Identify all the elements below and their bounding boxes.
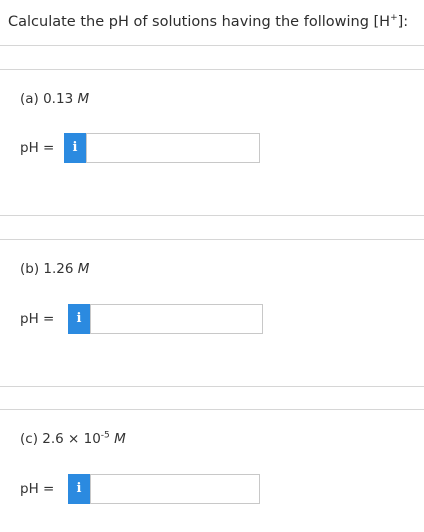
part-c-exponent: -5 [100, 430, 110, 441]
divider [0, 386, 424, 387]
divider [0, 45, 424, 46]
part-a-label: (a) 0.13 M [20, 91, 89, 107]
divider [0, 215, 424, 216]
part-c-label: (c) 2.6 × 10-5 M [20, 431, 126, 447]
question-superscript: + [390, 13, 398, 24]
question-text: Calculate the pH of solutions having the… [8, 14, 408, 30]
part-b-label: (b) 1.26 M [20, 261, 89, 277]
question-text-before: Calculate the pH of solutions having the… [8, 14, 391, 30]
question-text-after: ]: [397, 14, 409, 30]
part-a-ph-label: pH = [20, 140, 55, 156]
part-c-unit: M [114, 431, 126, 447]
divider [0, 69, 424, 70]
question-page: Calculate the pH of solutions having the… [0, 0, 424, 532]
part-c-ph-input[interactable] [90, 474, 260, 504]
divider [0, 239, 424, 240]
info-icon[interactable]: i [68, 474, 90, 504]
part-b-ph-label: pH = [20, 311, 55, 327]
part-b-label-text: (b) 1.26 [20, 261, 78, 277]
part-a-label-text: (a) 0.13 [20, 91, 78, 107]
info-icon[interactable]: i [68, 304, 90, 334]
part-b-unit: M [77, 261, 90, 277]
part-b-ph-input[interactable] [90, 304, 263, 334]
part-a-unit: M [77, 91, 90, 107]
part-c-label-text: (c) 2.6 × 10 [20, 431, 101, 447]
divider [0, 409, 424, 410]
part-c-ph-label: pH = [20, 481, 55, 497]
info-icon[interactable]: i [64, 133, 86, 163]
part-a-ph-input[interactable] [86, 133, 260, 163]
